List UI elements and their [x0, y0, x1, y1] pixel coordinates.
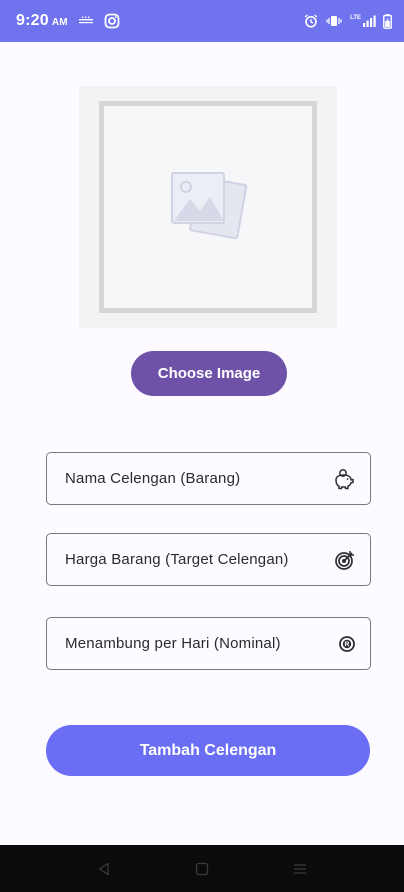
navigation-bar [0, 845, 404, 892]
vibrate-icon [325, 15, 343, 27]
nama-celengan-field[interactable]: Nama Celengan (Barang) [46, 452, 371, 505]
back-icon[interactable] [84, 849, 124, 889]
menabung-per-hari-field[interactable]: Menambung per Hari (Nominal) [46, 617, 371, 670]
network-label: LTE [350, 15, 361, 21]
harga-barang-field[interactable]: Harga Barang (Target Celengan) [46, 533, 371, 586]
home-icon[interactable] [182, 849, 222, 889]
target-icon [334, 549, 356, 571]
piggy-bank-icon [332, 467, 356, 491]
status-right: LTE [304, 13, 392, 29]
keyboard-icon [78, 16, 94, 26]
status-left: 9:20 AM [16, 12, 120, 30]
choose-image-button[interactable]: Choose Image [131, 351, 287, 396]
lte-signal-icon: LTE [350, 15, 376, 27]
status-bar: 9:20 AM LTE [0, 0, 404, 42]
coin-icon [338, 635, 356, 653]
status-time-ampm: AM [51, 17, 68, 28]
image-preview[interactable] [79, 86, 337, 328]
nama-celengan-label: Nama Celengan (Barang) [65, 470, 241, 487]
harga-barang-label: Harga Barang (Target Celengan) [65, 551, 289, 568]
battery-icon [383, 13, 392, 29]
tambah-celengan-button[interactable]: Tambah Celengan [46, 725, 370, 776]
image-preview-border [99, 101, 317, 313]
status-time: 9:20 AM [16, 12, 68, 29]
menabung-per-hari-label: Menambung per Hari (Nominal) [65, 635, 281, 652]
alarm-icon [304, 14, 318, 28]
instagram-icon [104, 13, 120, 29]
image-placeholder-icon [168, 167, 248, 248]
menu-icon[interactable] [280, 849, 320, 889]
